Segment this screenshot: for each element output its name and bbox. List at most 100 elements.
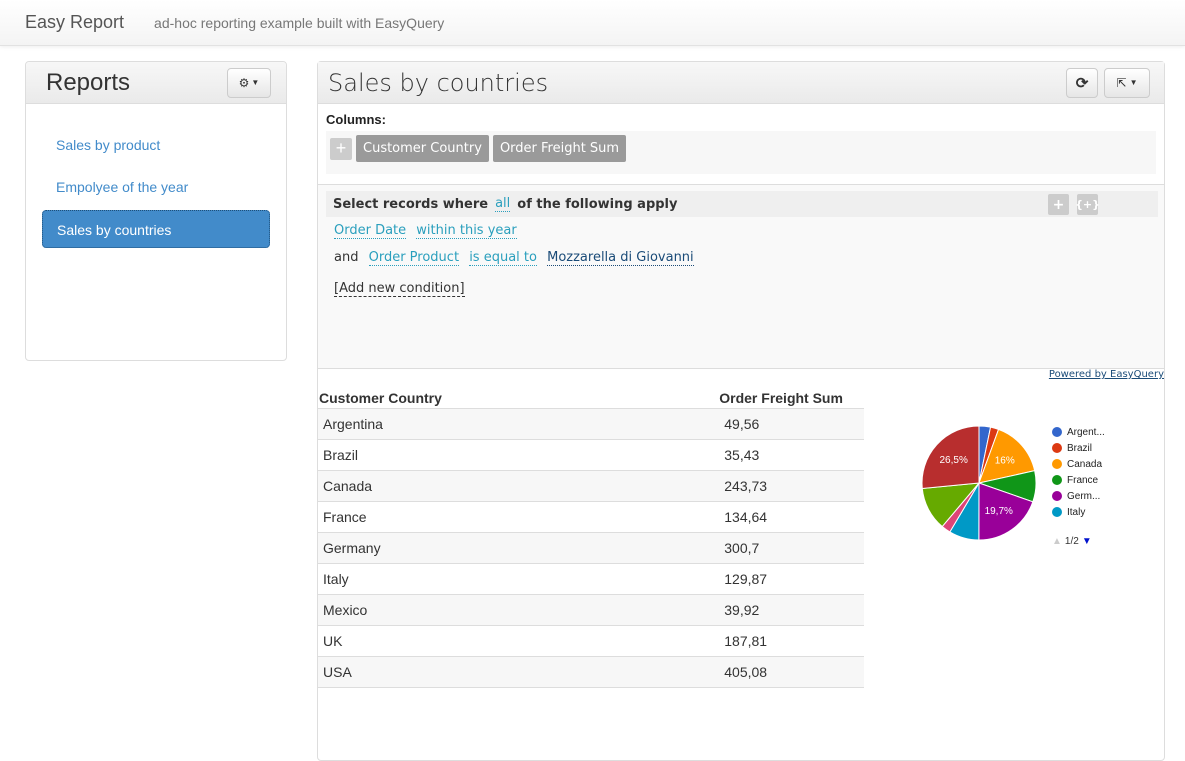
- report-list: Sales by product Empolyee of the year Sa…: [26, 104, 286, 248]
- legend-next-icon[interactable]: ▼: [1082, 536, 1092, 547]
- cell-order-freight-sum: 243,73: [449, 470, 864, 502]
- cell-order-freight-sum: 129,87: [449, 563, 864, 595]
- column-header-customer-country: Customer Country: [318, 388, 450, 409]
- legend-item[interactable]: Argent...: [1052, 424, 1105, 440]
- table-row: UK 187,81: [318, 625, 864, 657]
- pie-chart: 16% 19,7% 26,5% Argent... Brazil Canada Franc…: [914, 418, 1164, 558]
- report-item-sales-by-product[interactable]: Sales by product: [42, 126, 270, 164]
- condition-row: and Order Product is equal to Mozzarella…: [326, 244, 1158, 271]
- tagline: ad-hoc reporting example built with Easy…: [154, 14, 445, 31]
- table-row: Mexico 39,92: [318, 594, 864, 626]
- brand-title[interactable]: Easy Report: [25, 12, 124, 33]
- legend-item[interactable]: Canada: [1052, 456, 1105, 472]
- condition-field-link[interactable]: Order Product: [368, 250, 460, 266]
- cell-customer-country: Germany: [318, 532, 450, 564]
- condition-conjunction: and: [334, 250, 359, 265]
- export-dropdown-button[interactable]: ⇱ ▼: [1104, 67, 1150, 98]
- legend-label: Argent...: [1067, 426, 1105, 438]
- report-title: Sales by countries: [328, 68, 549, 97]
- cell-order-freight-sum: 134,64: [449, 501, 864, 533]
- legend-item[interactable]: Italy: [1052, 504, 1105, 520]
- top-navbar: Easy Report ad-hoc reporting example bui…: [0, 0, 1185, 46]
- condition-operator-link[interactable]: is equal to: [469, 250, 537, 266]
- cell-customer-country: UK: [318, 625, 450, 657]
- chart-legend: Argent... Brazil Canada France Germ... Italy: [1052, 424, 1105, 520]
- pie-slice-label: 16%: [995, 455, 1015, 466]
- table-row: Argentina 49,56: [318, 408, 864, 440]
- reports-panel-header: Reports ⚙ ▼: [26, 62, 286, 104]
- cell-customer-country: Italy: [318, 563, 450, 595]
- report-panel: Sales by countries ⟳ ⇱ ▼ Columns: + Cust…: [317, 61, 1165, 761]
- report-header: Sales by countries ⟳ ⇱ ▼: [318, 62, 1164, 104]
- caret-down-icon: ▼: [1129, 78, 1138, 87]
- refresh-button[interactable]: ⟳: [1066, 67, 1098, 98]
- legend-color-dot: [1052, 507, 1062, 517]
- reports-title: Reports: [46, 68, 131, 96]
- add-condition-icon-button[interactable]: +: [1048, 194, 1069, 215]
- table-row: Brazil 35,43: [318, 439, 864, 471]
- report-item-sales-by-countries[interactable]: Sales by countries: [42, 210, 270, 248]
- columns-list: + Customer Country Order Freight Sum: [326, 131, 1156, 174]
- pie-slice-label: 26,5%: [940, 455, 968, 466]
- cell-customer-country: Argentina: [318, 408, 450, 440]
- condition-row: Order Date within this year: [326, 217, 1158, 244]
- columns-section: Columns: + Customer Country Order Freigh…: [318, 104, 1164, 185]
- legend-label: Brazil: [1067, 442, 1093, 454]
- conditions-prefix: Select records where: [333, 196, 489, 212]
- add-group-icon-button[interactable]: {+}: [1075, 194, 1100, 215]
- table-row: France 134,64: [318, 501, 864, 533]
- cell-customer-country: Brazil: [318, 439, 450, 471]
- legend-label: France: [1067, 474, 1099, 486]
- conditions-mode-link[interactable]: all: [495, 196, 511, 212]
- settings-dropdown-button[interactable]: ⚙ ▼: [227, 67, 271, 98]
- legend-color-dot: [1052, 459, 1062, 469]
- table-row: Germany 300,7: [318, 532, 864, 564]
- condition-field-link[interactable]: Order Date: [334, 223, 407, 239]
- add-new-condition: [Add new condition]: [326, 281, 1158, 297]
- legend-color-dot: [1052, 443, 1062, 453]
- cell-order-freight-sum: 35,43: [449, 439, 864, 471]
- powered-by-link[interactable]: Powered by EasyQuery: [1049, 369, 1164, 380]
- table-row: USA 405,08: [318, 656, 864, 688]
- export-icon: ⇱: [1116, 75, 1127, 90]
- conditions-header: Select records where all of the followin…: [326, 191, 1158, 217]
- cell-order-freight-sum: 300,7: [449, 532, 864, 564]
- legend-prev-icon[interactable]: ▲: [1052, 536, 1062, 547]
- reports-panel: Reports ⚙ ▼ Sales by product Empolyee of…: [25, 61, 287, 361]
- cell-customer-country: France: [318, 501, 450, 533]
- add-new-condition-link[interactable]: [Add new condition]: [334, 281, 465, 297]
- legend-color-dot: [1052, 491, 1062, 501]
- cell-customer-country: USA: [318, 656, 450, 688]
- condition-value-link[interactable]: Mozzarella di Giovanni: [547, 250, 694, 266]
- table-row: Italy 129,87: [318, 563, 864, 595]
- legend-item[interactable]: France: [1052, 472, 1105, 488]
- legend-pager: ▲ 1/2 ▼: [1052, 536, 1092, 547]
- legend-item[interactable]: Brazil: [1052, 440, 1105, 456]
- table-row: Canada 243,73: [318, 470, 864, 502]
- legend-label: Germ...: [1067, 490, 1101, 502]
- add-column-button[interactable]: +: [330, 137, 352, 160]
- cell-order-freight-sum: 49,56: [449, 408, 864, 440]
- cell-order-freight-sum: 39,92: [449, 594, 864, 626]
- legend-label: Italy: [1067, 506, 1086, 518]
- pie-slice-label: 19,7%: [985, 506, 1013, 517]
- pie-chart-svg: 16% 19,7% 26,5%: [921, 425, 1037, 541]
- results-table: Customer Country Order Freight Sum Argen…: [318, 388, 864, 688]
- conditions-section: Select records where all of the followin…: [318, 185, 1164, 369]
- columns-label: Columns:: [326, 112, 386, 127]
- gear-icon: ⚙: [238, 75, 250, 90]
- cell-customer-country: Mexico: [318, 594, 450, 626]
- cell-order-freight-sum: 187,81: [449, 625, 864, 657]
- legend-page-indicator: 1/2: [1064, 536, 1079, 547]
- report-item-employee-of-the-year[interactable]: Empolyee of the year: [42, 168, 270, 206]
- legend-color-dot: [1052, 475, 1062, 485]
- legend-label: Canada: [1067, 458, 1103, 470]
- cell-customer-country: Canada: [318, 470, 450, 502]
- caret-down-icon: ▼: [251, 78, 260, 87]
- refresh-icon: ⟳: [1075, 74, 1089, 92]
- column-chip-customer-country[interactable]: Customer Country: [356, 135, 489, 162]
- cell-order-freight-sum: 405,08: [449, 656, 864, 688]
- legend-item[interactable]: Germ...: [1052, 488, 1105, 504]
- column-chip-order-freight-sum[interactable]: Order Freight Sum: [492, 135, 627, 162]
- condition-operator-link[interactable]: within this year: [416, 223, 517, 239]
